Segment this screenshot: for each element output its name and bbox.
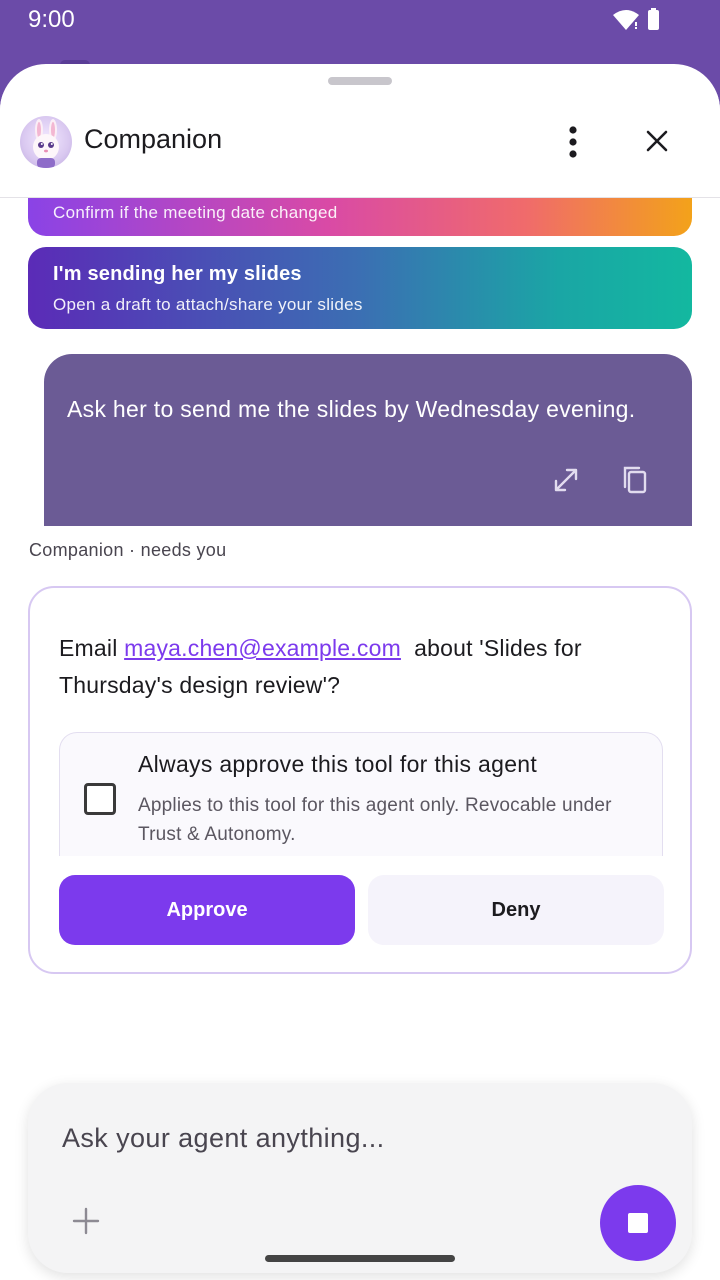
always-approve-title: Always approve this tool for this agent [138,751,538,777]
avatar [20,116,72,168]
composer [28,1083,692,1273]
chat-content: Confirm if the meeting date changed I'm … [0,169,720,1280]
bunny-avatar-icon [33,119,59,168]
agent-status: Companion · needs you [29,540,227,560]
add-attachment-button[interactable] [68,1203,104,1239]
plus-icon [72,1207,100,1235]
drag-handle[interactable] [328,77,392,85]
user-message-text: Ask her to send me the slides by Wednesd… [67,396,636,422]
wifi-icon [613,8,659,30]
suggestion-subtitle: Confirm if the meeting date changed [53,203,338,222]
sheet-header: Companion [0,94,720,198]
suggestion-subtitle: Open a draft to attach/share your slides [53,295,363,314]
approval-question: Email maya.chen@example.com about 'Slide… [59,630,659,704]
expand-message-button[interactable] [548,462,584,498]
bottom-sheet: Companion Confirm if the meeting date ch… [0,64,720,1280]
deny-button[interactable]: Deny [368,875,664,945]
status-icons [612,8,672,32]
approval-card: Email maya.chen@example.com about 'Slide… [28,586,692,974]
gesture-nav-bar[interactable] [265,1255,455,1262]
message-input[interactable] [62,1121,622,1155]
email-link[interactable]: maya.chen@example.com [124,635,401,661]
suggestion-title: I'm sending her my slides [53,263,302,285]
always-approve-option[interactable]: Always approve this tool for this agent … [59,732,663,856]
stop-icon [628,1213,648,1233]
always-approve-checkbox[interactable] [84,783,116,815]
user-message-bubble: Ask her to send me the slides by Wednesd… [44,354,692,526]
more-vert-icon [569,126,577,158]
close-icon [646,130,668,152]
stop-button[interactable] [600,1185,676,1261]
suggestion-card-send-slides[interactable]: I'm sending her my slides Open a draft t… [28,247,692,329]
copy-message-button[interactable] [617,462,653,498]
status-time: 9:00 [28,6,75,33]
close-button[interactable] [634,118,680,164]
status-bar: 9:00 [0,0,720,40]
question-prefix: Email [59,635,118,661]
always-approve-description: Applies to this tool for this agent only… [138,795,612,845]
header-title: Companion [84,124,223,154]
expand-icon [554,468,578,492]
copy-icon [623,466,647,494]
approve-button[interactable]: Approve [59,875,355,945]
battery-icon [648,10,659,30]
more-options-button[interactable] [552,114,596,170]
